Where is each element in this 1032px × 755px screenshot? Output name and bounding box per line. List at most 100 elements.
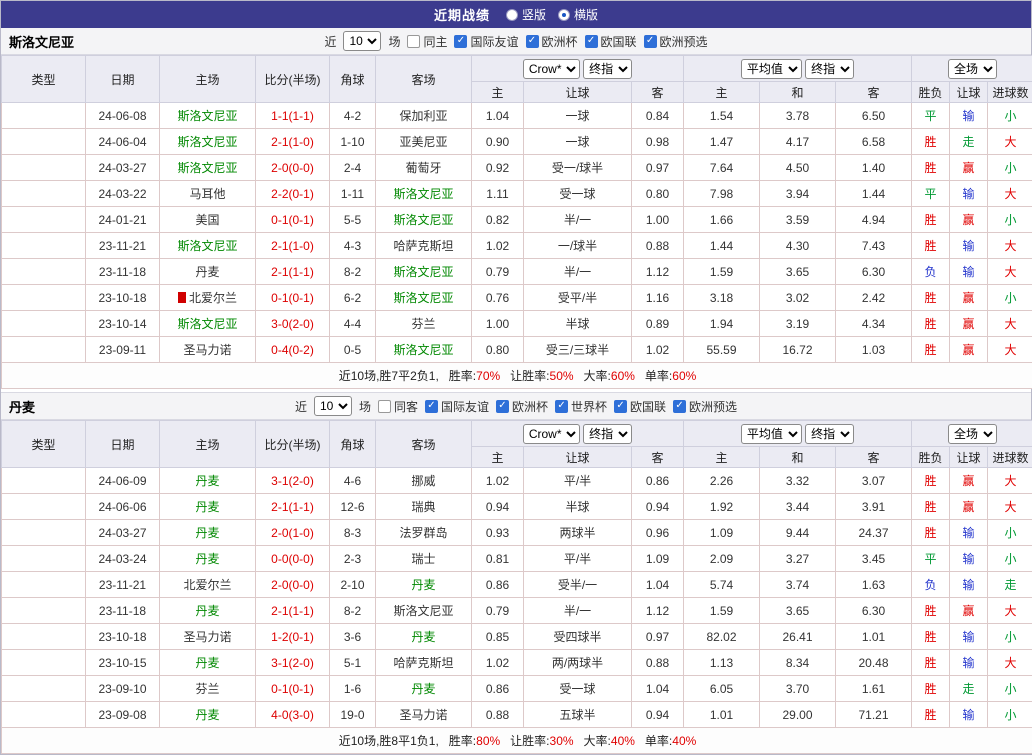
checkbox-label: 欧洲预选: [660, 33, 708, 50]
result-handicap: 输: [950, 233, 988, 259]
europe-odds-time-select[interactable]: 终指: [805, 59, 854, 79]
result-wdl: 平: [912, 181, 950, 207]
avg-draw-odds: 4.30: [760, 233, 836, 259]
bookmaker-select[interactable]: Crow*: [523, 59, 580, 79]
result-wdl: 胜: [912, 311, 950, 337]
europe-odds-source-select[interactable]: 平均值: [741, 424, 802, 444]
europe-odds-time-select[interactable]: 终指: [805, 424, 854, 444]
checkbox-label: 欧洲预选: [689, 398, 737, 415]
result-handicap: 输: [950, 103, 988, 129]
away-team: 保加利亚: [376, 103, 472, 129]
home-team: 丹麦: [160, 650, 256, 676]
home-team: 斯洛文尼亚: [160, 233, 256, 259]
match-count-select[interactable]: 10: [343, 31, 381, 51]
avg-home-odds: 1.47: [684, 129, 760, 155]
checkbox-label: 同主: [423, 33, 447, 50]
corner-score: 4-6: [330, 468, 376, 494]
avg-away-odds: 24.37: [836, 520, 912, 546]
handicap-odds-time-select[interactable]: 终指: [583, 424, 632, 444]
score: 3-0(2-0): [256, 311, 330, 337]
period-select[interactable]: 全场: [948, 424, 997, 444]
subcol-result-wdl: 胜负: [912, 447, 950, 468]
summary-prefix: 近10场,胜7平2负1,: [339, 369, 439, 383]
home-team: 圣马力诺: [160, 337, 256, 363]
match-row: 欧洲杯23-11-21北爱尔兰2-0(0-0)2-10丹麦0.86受半/一1.0…: [2, 572, 1032, 598]
corner-score: 1-10: [330, 129, 376, 155]
corner-score: 8-2: [330, 598, 376, 624]
handicap-odds-time-select[interactable]: 终指: [583, 59, 632, 79]
league-filter-checkbox[interactable]: ✓欧国联: [614, 398, 666, 415]
avg-away-odds: 3.07: [836, 468, 912, 494]
avg-away-odds: 3.45: [836, 546, 912, 572]
handicap-home-odds: 1.11: [472, 181, 524, 207]
avg-draw-odds: 3.70: [760, 676, 836, 702]
match-count-select[interactable]: 10: [314, 396, 352, 416]
checkbox-label: 欧国联: [601, 33, 637, 50]
result-handicap: 赢: [950, 285, 988, 311]
home-team: 丹麦: [160, 520, 256, 546]
avg-home-odds: 1.44: [684, 233, 760, 259]
league-filter-checkbox[interactable]: ✓欧洲预选: [673, 398, 737, 415]
result-handicap: 赢: [950, 155, 988, 181]
result-handicap: 走: [950, 129, 988, 155]
summary-stat-label: 让胜率:: [510, 734, 549, 748]
handicap-home-odds: 0.86: [472, 572, 524, 598]
summary-stat-value: 30%: [550, 734, 574, 748]
handicap-away-odds: 0.94: [632, 494, 684, 520]
match-date: 24-06-06: [86, 494, 160, 520]
matches-table: 类型 日期 主场 比分(半场) 角球 客场 Crow* 终指 平均值 终指: [1, 420, 1032, 754]
match-row: 国际友谊24-03-27丹麦2-0(1-0)8-3法罗群岛0.93两球半0.96…: [2, 520, 1032, 546]
result-goals: 小: [988, 103, 1032, 129]
team-name: 丹麦: [9, 397, 35, 416]
bookmaker-select[interactable]: Crow*: [523, 424, 580, 444]
league-filter-checkbox[interactable]: ✓欧洲杯: [496, 398, 548, 415]
score: 2-1(1-1): [256, 598, 330, 624]
result-handicap: 赢: [950, 311, 988, 337]
avg-draw-odds: 3.27: [760, 546, 836, 572]
league-filter-checkbox[interactable]: ✓欧国联: [585, 33, 637, 50]
matches-table: 类型 日期 主场 比分(半场) 角球 客场 Crow* 终指 平均值 终指: [1, 55, 1032, 389]
avg-away-odds: 7.43: [836, 233, 912, 259]
match-date: 23-11-21: [86, 233, 160, 259]
summary-stat: 大率:40%: [584, 734, 635, 748]
summary-stat-value: 50%: [550, 369, 574, 383]
league-filter-checkbox[interactable]: ✓欧洲杯: [526, 33, 578, 50]
avg-home-odds: 1.54: [684, 103, 760, 129]
score: 1-1(1-1): [256, 103, 330, 129]
subcol-avg-home: 主: [684, 82, 760, 103]
score: 2-2(0-1): [256, 181, 330, 207]
league-filter-checkbox[interactable]: ✓国际友谊: [425, 398, 489, 415]
handicap-away-odds: 0.88: [632, 650, 684, 676]
subcol-result-handicap: 让球: [950, 82, 988, 103]
col-header-type: 类型: [2, 56, 86, 103]
league-filter-checkbox[interactable]: ✓欧洲预选: [644, 33, 708, 50]
match-date: 23-11-18: [86, 598, 160, 624]
result-goals: 大: [988, 468, 1032, 494]
away-team: 丹麦: [376, 624, 472, 650]
handicap-home-odds: 0.90: [472, 129, 524, 155]
handicap-line: 受一/球半: [524, 155, 632, 181]
avg-home-odds: 55.59: [684, 337, 760, 363]
radio-label: 竖版: [522, 6, 546, 23]
match-date: 24-03-24: [86, 546, 160, 572]
same-venue-checkbox[interactable]: 同主: [407, 33, 447, 50]
avg-home-odds: 1.09: [684, 520, 760, 546]
view-mode-radio[interactable]: 竖版: [506, 6, 546, 23]
home-team: 圣马力诺: [160, 624, 256, 650]
summary-stat-value: 60%: [672, 369, 696, 383]
europe-odds-group-header: 平均值 终指: [684, 56, 912, 82]
league-type-badge: 国际友谊: [2, 155, 86, 181]
league-filter-checkbox[interactable]: ✓世界杯: [555, 398, 607, 415]
handicap-home-odds: 1.02: [472, 650, 524, 676]
handicap-line: 受一球: [524, 181, 632, 207]
league-filter-checkbox[interactable]: ✓国际友谊: [454, 33, 518, 50]
league-type-badge: 国际友谊: [2, 129, 86, 155]
view-mode-radio[interactable]: 横版: [558, 6, 598, 23]
europe-odds-source-select[interactable]: 平均值: [741, 59, 802, 79]
subcol-handicap-line: 让球: [524, 447, 632, 468]
col-header-away: 客场: [376, 421, 472, 468]
period-select[interactable]: 全场: [948, 59, 997, 79]
avg-away-odds: 1.03: [836, 337, 912, 363]
same-venue-checkbox[interactable]: 同客: [378, 398, 418, 415]
handicap-away-odds: 1.02: [632, 337, 684, 363]
